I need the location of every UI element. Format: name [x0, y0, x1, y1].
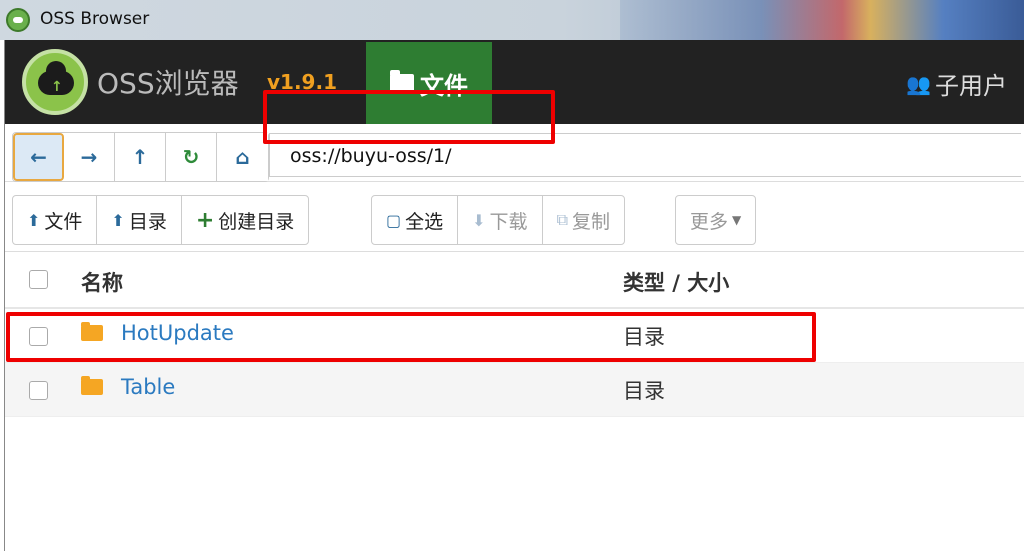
back-button[interactable]: ← [13, 133, 64, 181]
table-row[interactable]: Table 目录 [5, 363, 1024, 417]
create-dir-button[interactable]: + 创建目录 [182, 196, 308, 244]
folder-icon [81, 376, 103, 395]
column-header-type-size: 类型 / 大小 [623, 271, 730, 295]
table-header: 名称 类型 / 大小 [5, 252, 1024, 309]
refresh-button[interactable]: ↻ [166, 133, 217, 181]
upload-dir-button[interactable]: ⬆ 目录 [97, 196, 182, 244]
more-dropdown-button[interactable]: 更多 ▼ [676, 196, 755, 244]
select-all-icon: ▢ [386, 210, 402, 230]
select-all-button[interactable]: ▢ 全选 [372, 196, 459, 244]
upload-file-button[interactable]: ⬆ 文件 [13, 196, 98, 244]
forward-arrow-icon: → [80, 145, 98, 169]
up-arrow-icon: ↑ [131, 145, 149, 169]
row-checkbox[interactable] [29, 381, 48, 400]
create-dir-label: 创建目录 [218, 210, 295, 233]
upload-button-group: ⬆ 文件 ⬆ 目录 + 创建目录 [12, 195, 310, 245]
address-highlight-box [263, 90, 555, 144]
subuser-menu[interactable]: 👥 子用户 [906, 66, 1007, 101]
upload-icon: ⬆ [111, 210, 125, 230]
refresh-icon: ↻ [182, 145, 200, 169]
window-titlebar: OSS Browser [0, 0, 1024, 40]
window-title: OSS Browser [40, 9, 150, 29]
column-header-name: 名称 [81, 271, 123, 295]
copy-label: 复制 [572, 210, 611, 233]
upload-dir-label: 目录 [128, 210, 167, 233]
copy-button[interactable]: ⧉ 复制 [543, 196, 624, 244]
plus-icon: + [195, 207, 215, 233]
home-icon: ⌂ [235, 145, 250, 169]
chevron-down-icon: ▼ [732, 213, 742, 227]
brand-name: OSS浏览器 [97, 67, 239, 100]
more-button-group: 更多 ▼ [675, 195, 757, 245]
download-icon: ⬇ [472, 210, 486, 230]
copy-icon: ⧉ [556, 210, 568, 229]
row-highlight-box [6, 312, 816, 362]
action-toolbar: ⬆ 文件 ⬆ 目录 + 创建目录 ▢ 全选 ⬇ 下载 ⧉ 复制 更多 ▼ [5, 182, 1024, 252]
subuser-label: 子用户 [935, 72, 1007, 100]
home-button[interactable]: ⌂ [217, 133, 268, 181]
select-all-label: 全选 [405, 210, 444, 233]
upload-icon: ⬆ [27, 210, 41, 230]
file-type: 目录 [623, 379, 665, 403]
select-all-checkbox[interactable] [29, 270, 48, 289]
nav-button-group: ← → ↑ ↻ ⌂ [12, 132, 269, 182]
more-label: 更多 [690, 210, 729, 233]
logo-icon: ↑ [22, 49, 88, 115]
address-path: oss://buyu-oss/1/ [290, 145, 452, 167]
download-label: 下载 [489, 210, 528, 233]
download-button[interactable]: ⬇ 下载 [458, 196, 543, 244]
upload-file-label: 文件 [44, 210, 83, 233]
app-icon [6, 8, 30, 32]
forward-button[interactable]: → [64, 133, 115, 181]
back-arrow-icon: ← [30, 145, 47, 169]
titlebar-background-art [620, 0, 1024, 40]
file-name-link[interactable]: Table [121, 375, 175, 399]
up-button[interactable]: ↑ [115, 133, 166, 181]
users-icon: 👥 [906, 71, 931, 96]
selection-button-group: ▢ 全选 ⬇ 下载 ⧉ 复制 [371, 195, 626, 245]
